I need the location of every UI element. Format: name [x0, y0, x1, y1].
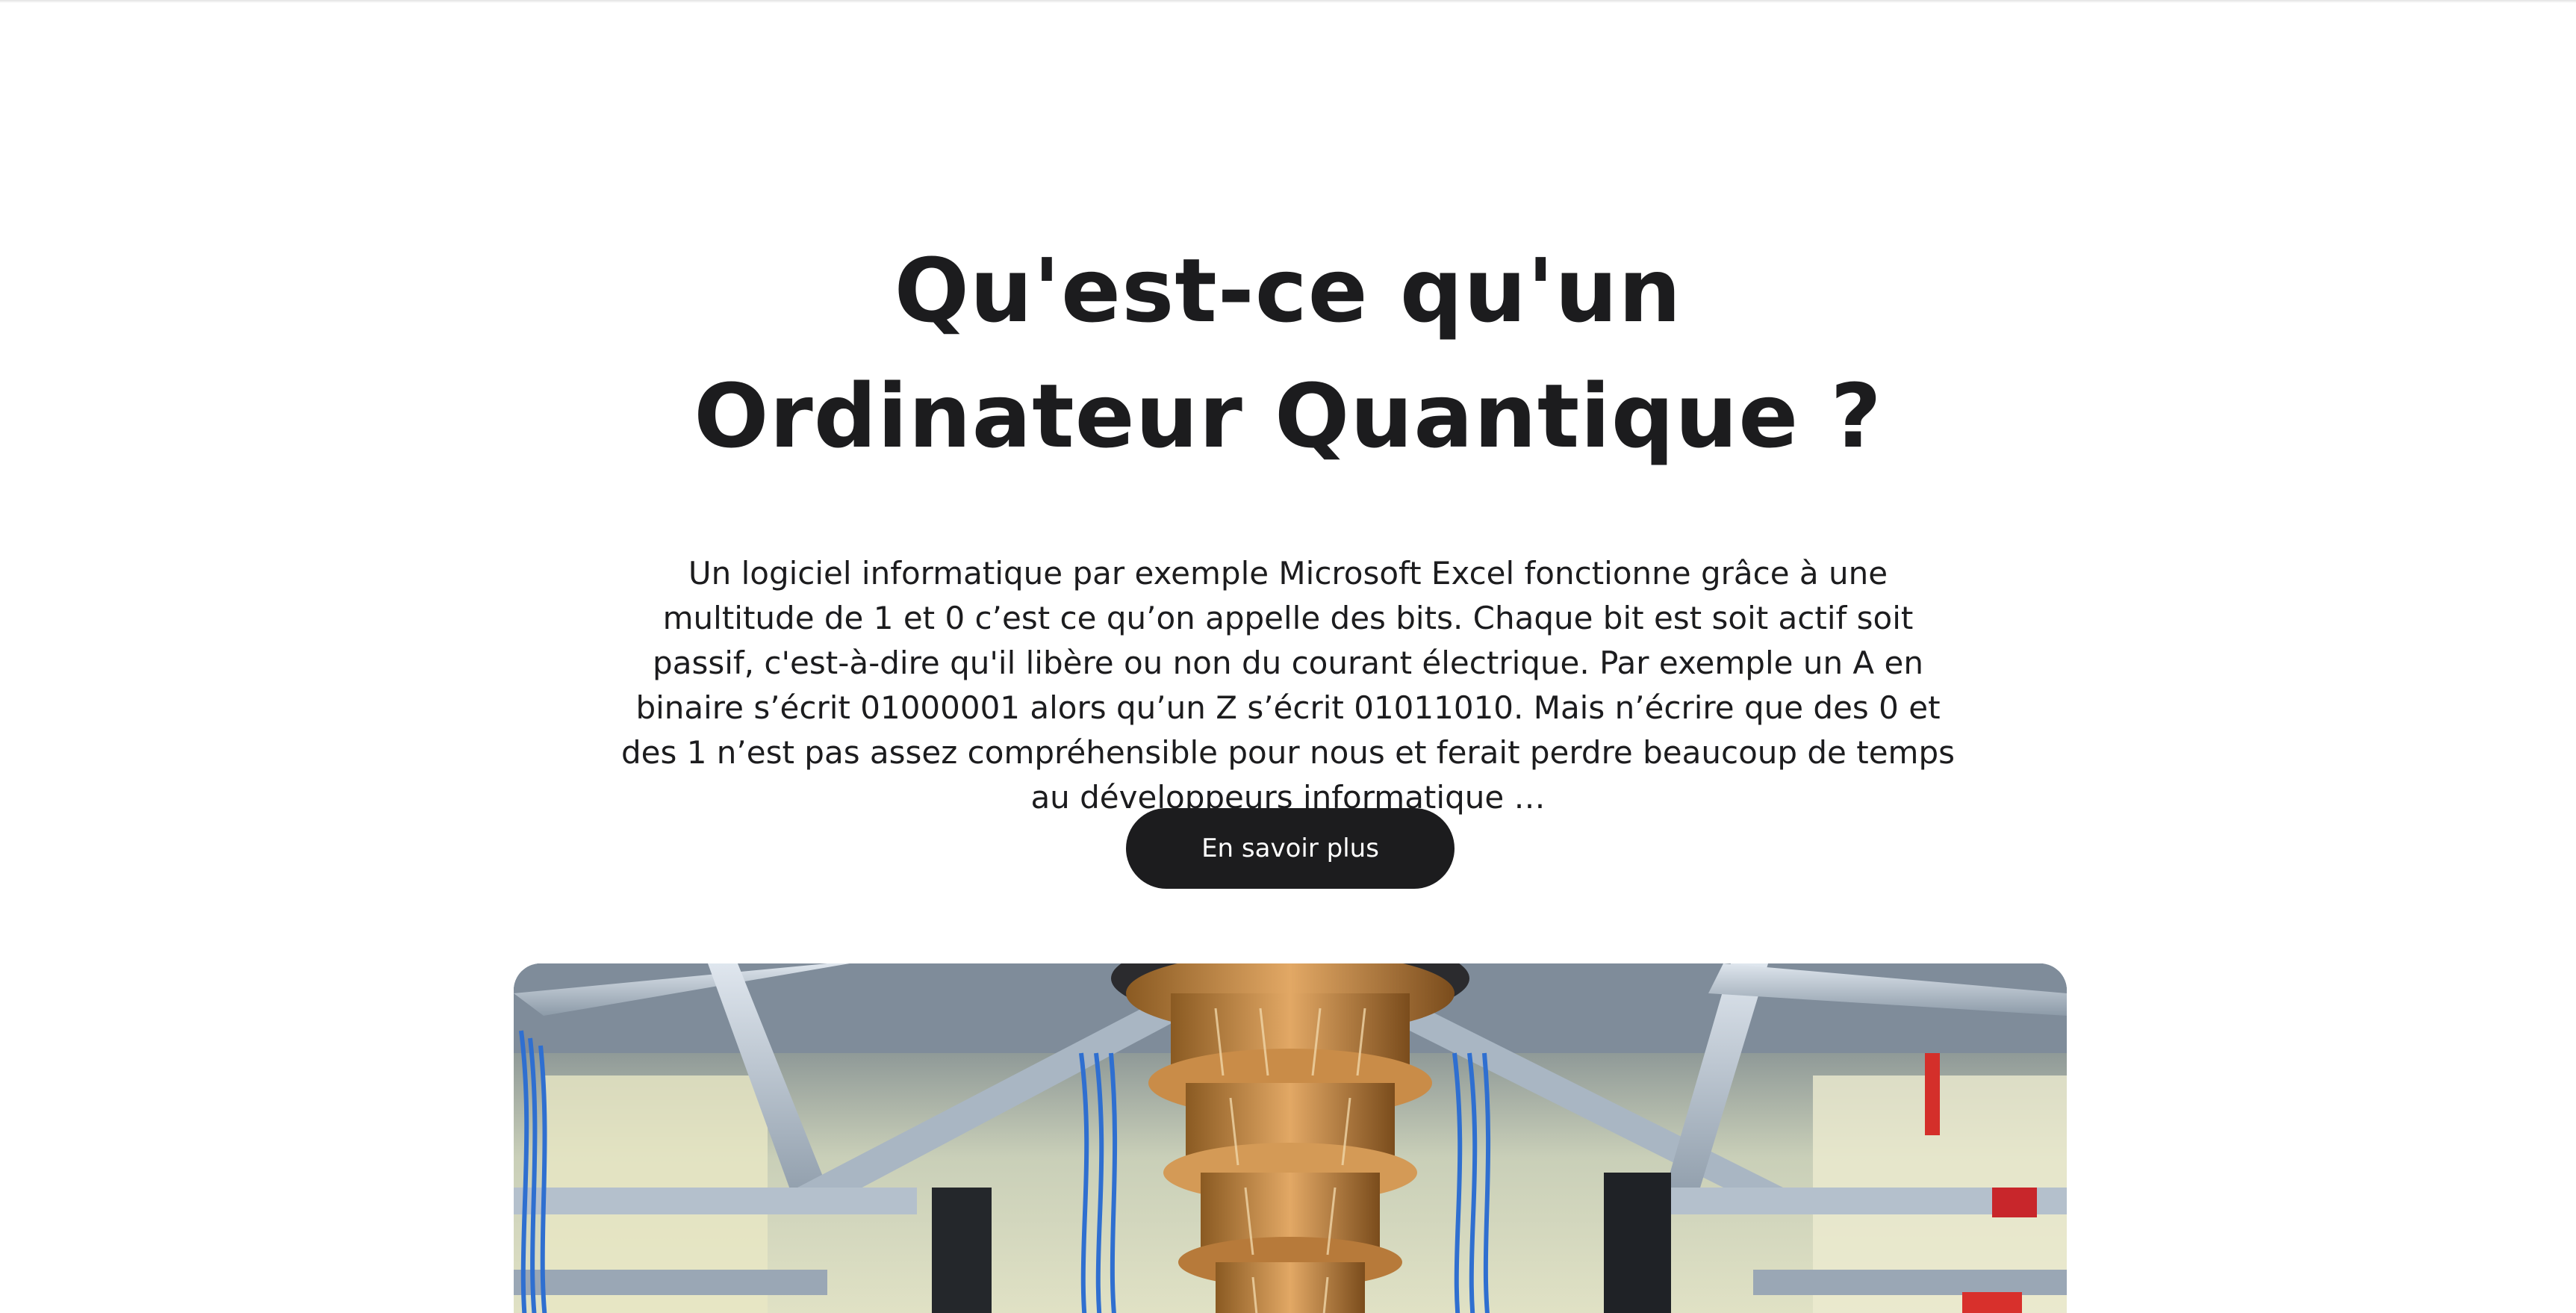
page-title-line-2: Ordinateur Quantique ?: [694, 364, 1882, 468]
page-title-line-1: Qu'est-ce qu'un: [894, 239, 1682, 342]
quantum-computer-image: [514, 963, 2067, 1313]
page-title: Qu'est-ce qu'un Ordinateur Quantique ?: [0, 228, 2576, 479]
learn-more-button[interactable]: En savoir plus: [1126, 808, 1455, 889]
page: Qu'est-ce qu'un Ordinateur Quantique ? U…: [0, 0, 2576, 1313]
hero-description: Un logiciel informatique par exemple Mic…: [620, 555, 1956, 816]
header-shadow: [0, 0, 2576, 3]
quantum-computer-illustration: [514, 963, 2067, 1313]
